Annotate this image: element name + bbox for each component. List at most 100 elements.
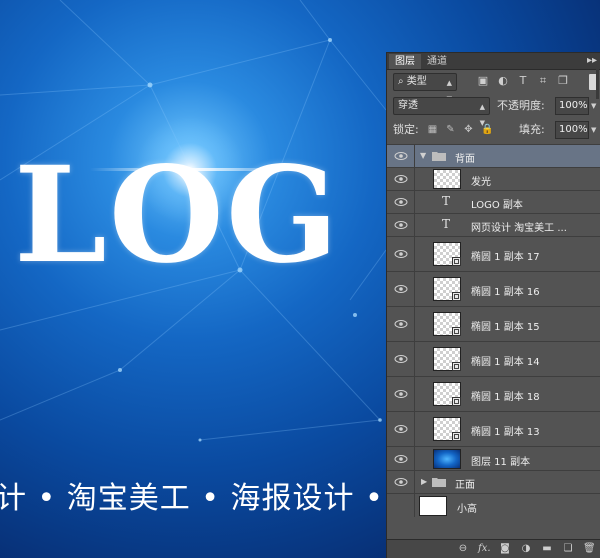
smart-object-filter-icon[interactable]: ❐ [557, 75, 569, 87]
divider [414, 272, 415, 306]
lock-position-icon[interactable]: ✥ [463, 124, 474, 135]
eye-icon[interactable] [394, 220, 408, 230]
shape-badge-icon [452, 362, 461, 371]
layer-item[interactable]: 椭圆 1 副本 18 [387, 376, 600, 411]
eye-icon[interactable] [394, 174, 408, 184]
text-layer-icon: T [442, 194, 451, 208]
divider [414, 342, 415, 376]
shape-badge-icon [452, 292, 461, 301]
eye-icon[interactable] [394, 477, 408, 487]
folder-icon [432, 477, 446, 487]
fx-icon[interactable]: fx. [478, 542, 491, 555]
shape-filter-icon[interactable]: ⌗ [537, 75, 549, 87]
divider [414, 145, 415, 167]
lock-transparency-icon[interactable]: ▦ [427, 124, 438, 135]
divider [414, 168, 415, 190]
blend-mode-select[interactable]: 穿透 ▲ ▼ [393, 97, 490, 127]
layer-name: 椭圆 1 副本 18 [471, 392, 540, 403]
shape-badge-icon [452, 397, 461, 406]
lock-label: 锁定: [393, 123, 419, 136]
layer-name: 椭圆 1 副本 15 [471, 322, 540, 333]
layer-item[interactable]: 小高 [387, 493, 600, 517]
logo-text: LOG [14, 138, 341, 293]
folder-icon [432, 151, 446, 161]
layer-item[interactable]: 椭圆 1 副本 17 [387, 236, 600, 271]
layer-name: 发光 [471, 177, 491, 188]
layer-name: LOGO 副本 [471, 200, 523, 211]
mask-icon[interactable]: ◙ [499, 542, 511, 555]
divider [414, 237, 415, 271]
divider [414, 191, 415, 213]
fill-label: 填充: [519, 123, 545, 136]
link-icon[interactable]: ⊖ [457, 542, 469, 555]
eye-icon[interactable] [394, 151, 408, 161]
new-group-icon[interactable]: ▬ [541, 542, 553, 555]
layers-panel: 图层 通道 ▸▸ ⌕ 类型 ▲▼ ▣ ◐ T ⌗ ❐ 穿透 ▲▼ 不透明度: 1… [386, 52, 600, 558]
image-filter-icon[interactable]: ▣ [477, 75, 489, 87]
layer-name: 网页设计 淘宝美工 ... [471, 223, 567, 234]
search-icon: ⌕ [398, 76, 407, 87]
text-layer-icon: T [442, 217, 451, 231]
layer-thumbnail [433, 417, 461, 441]
layer-name: 正面 [455, 480, 475, 491]
layer-item[interactable]: T 网页设计 淘宝美工 ... [387, 213, 600, 236]
layer-thumbnail [433, 312, 461, 336]
text-filter-icon[interactable]: T [517, 75, 529, 87]
layer-thumbnail [419, 496, 447, 516]
tab-channels[interactable]: 通道 [421, 54, 453, 69]
panel-tabs: 图层 通道 ▸▸ [387, 53, 600, 70]
fill-input[interactable]: 100% [555, 121, 589, 139]
panel-actions: ⊖ fx. ◙ ◑ ▬ ❏ 🗑 [457, 542, 596, 555]
layer-thumbnail [433, 169, 461, 189]
eye-icon[interactable] [394, 249, 408, 259]
lock-all-icon[interactable]: 🔒 [481, 124, 493, 135]
tagline-text: 计 • 淘宝美工 • 海报设计 • 名 [0, 481, 426, 516]
layer-item[interactable]: 椭圆 1 副本 13 [387, 411, 600, 446]
kind-filter-select[interactable]: ⌕ 类型 ▲▼ [393, 73, 457, 103]
layer-group-back[interactable]: ▼ 背面 [387, 144, 600, 167]
divider [414, 494, 415, 517]
eye-icon[interactable] [394, 319, 408, 329]
layer-name: 椭圆 1 副本 14 [471, 357, 540, 368]
layer-name: 小高 [457, 504, 477, 515]
eye-icon[interactable] [394, 454, 408, 464]
layer-thumbnail [433, 242, 461, 266]
lock-icons: ▦ ✎ ✥ 🔒 [427, 124, 494, 135]
lock-pixels-icon[interactable]: ✎ [445, 124, 456, 135]
tab-layers[interactable]: 图层 [389, 54, 421, 69]
shape-badge-icon [452, 257, 461, 266]
layer-name: 背面 [455, 154, 475, 165]
layer-group-front[interactable]: ▶ 正面 [387, 470, 600, 493]
layer-item[interactable]: 椭圆 1 副本 15 [387, 306, 600, 341]
layer-item[interactable]: 图层 11 副本 [387, 446, 600, 470]
layer-item[interactable]: 发光 [387, 167, 600, 190]
shape-badge-icon [452, 327, 461, 336]
layer-item[interactable]: T LOGO 副本 [387, 190, 600, 213]
scrollbar[interactable] [595, 67, 600, 547]
eye-icon[interactable] [394, 284, 408, 294]
blend-row: 穿透 ▲ ▼ 不透明度: 100% ▼ [393, 97, 596, 127]
new-layer-icon[interactable]: ❏ [562, 542, 574, 555]
layer-thumbnail [433, 382, 461, 406]
layer-thumbnail [433, 449, 461, 469]
divider [414, 412, 415, 446]
adjustment-icon[interactable]: ◑ [520, 542, 532, 555]
expand-triangle-icon[interactable]: ▼ [420, 151, 426, 160]
eye-icon[interactable] [394, 424, 408, 434]
layer-name: 椭圆 1 副本 13 [471, 427, 540, 438]
trash-icon[interactable]: 🗑 [583, 542, 596, 555]
opacity-input[interactable]: 100% [555, 97, 589, 115]
expand-triangle-icon[interactable]: ▶ [421, 477, 427, 486]
layer-name: 椭圆 1 副本 16 [471, 287, 540, 298]
panel-menu-button[interactable]: ▸▸ [587, 53, 597, 68]
eye-icon[interactable] [394, 354, 408, 364]
eye-icon[interactable] [394, 389, 408, 399]
panel-bottom-bar: ⊖ fx. ◙ ◑ ▬ ❏ 🗑 [387, 539, 600, 558]
shape-badge-icon [452, 432, 461, 441]
layer-name: 椭圆 1 副本 17 [471, 252, 540, 263]
divider [414, 471, 415, 493]
layer-item[interactable]: 椭圆 1 副本 16 [387, 271, 600, 306]
eye-icon[interactable] [394, 197, 408, 207]
layer-item[interactable]: 椭圆 1 副本 14 [387, 341, 600, 376]
adjustment-filter-icon[interactable]: ◐ [497, 75, 509, 87]
